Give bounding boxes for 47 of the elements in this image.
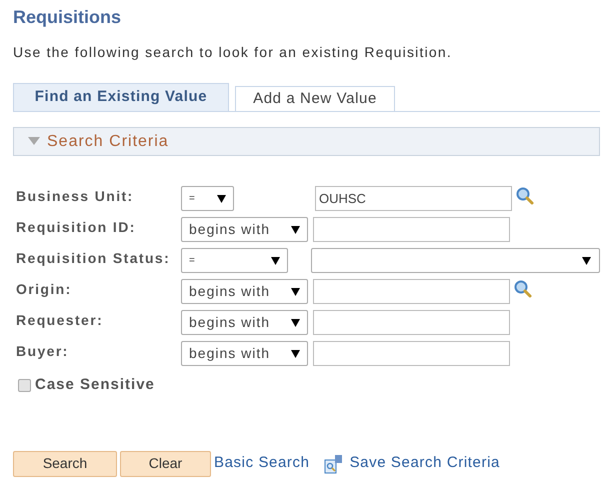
- field-label: Requisition Status:: [16, 249, 170, 268]
- section-title: Search Criteria: [47, 132, 169, 152]
- operator-value: begins with: [189, 313, 270, 332]
- operator-value: =: [189, 192, 195, 206]
- action-button[interactable]: Search: [13, 450, 117, 476]
- operator-value: begins with: [189, 220, 270, 239]
- operator-dropdown[interactable]: begins with: [181, 341, 308, 366]
- value-field[interactable]: [313, 341, 510, 366]
- dropdown-arrow-icon: [291, 318, 300, 327]
- operator-value: begins with: [189, 344, 270, 363]
- checkbox[interactable]: [18, 378, 31, 392]
- operator-dropdown[interactable]: begins with: [181, 310, 308, 335]
- checkbox-label: Case Sensitive: [35, 375, 155, 395]
- field-label: Business Unit:: [16, 187, 134, 206]
- operator-value: =: [189, 254, 195, 268]
- operator-value: begins with: [189, 282, 270, 301]
- operator-dropdown[interactable]: begins with: [181, 279, 308, 304]
- dropdown-arrow-icon: [291, 349, 300, 358]
- link[interactable]: Save Search Criteria: [350, 452, 500, 475]
- tab[interactable]: Add a New Value: [235, 86, 395, 111]
- operator-dropdown[interactable]: =: [181, 248, 288, 273]
- action-button[interactable]: Clear: [120, 450, 211, 476]
- value-field[interactable]: [313, 217, 510, 242]
- document-icon: [324, 454, 344, 474]
- link[interactable]: Basic Search: [214, 452, 310, 475]
- value-field[interactable]: [313, 279, 510, 304]
- operator-dropdown[interactable]: =: [181, 186, 234, 211]
- value-field[interactable]: OUHSC: [315, 186, 512, 211]
- dropdown-arrow-icon: [291, 287, 300, 296]
- page-description: Use the following search to look for an existing Requisition.: [13, 43, 453, 62]
- tab[interactable]: Find an Existing Value: [13, 83, 229, 111]
- field-label: Requisition ID:: [16, 218, 136, 237]
- triangle-icon: [28, 137, 40, 146]
- search-icon[interactable]: [513, 279, 533, 299]
- dropdown-arrow-icon: [217, 194, 226, 203]
- dropdown-arrow-icon: [582, 256, 591, 265]
- search-icon[interactable]: [515, 186, 535, 206]
- section-header[interactable]: Search Criteria: [13, 127, 600, 156]
- value-field[interactable]: [313, 310, 510, 335]
- operator-dropdown[interactable]: begins with: [181, 217, 308, 242]
- field-label: Requester:: [16, 311, 104, 330]
- dropdown-arrow-icon: [270, 256, 280, 265]
- field-label: Origin:: [16, 280, 72, 299]
- page-title: Requisitions: [13, 6, 122, 28]
- status-dropdown[interactable]: [311, 248, 600, 273]
- dropdown-arrow-icon: [291, 225, 300, 234]
- field-label: Buyer:: [16, 342, 69, 361]
